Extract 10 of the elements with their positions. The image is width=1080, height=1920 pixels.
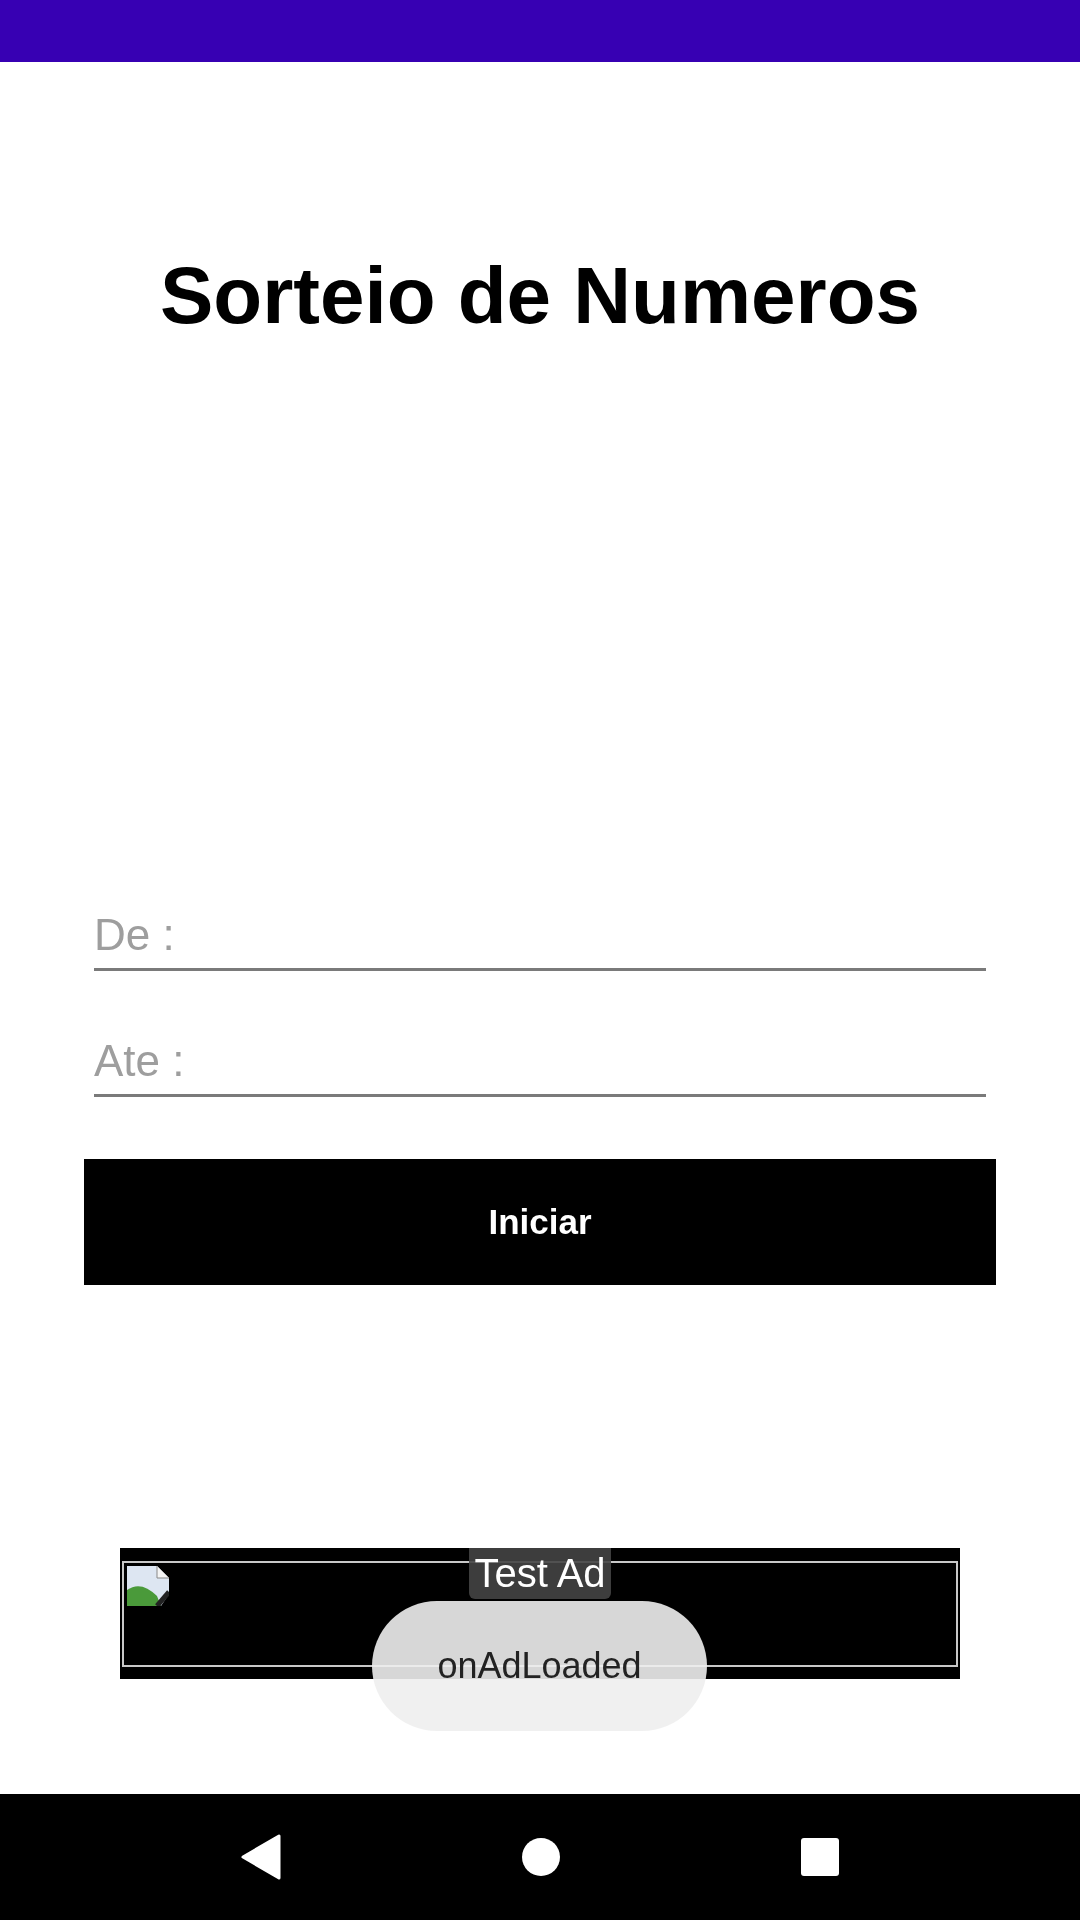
- start-button[interactable]: Iniciar: [84, 1159, 996, 1285]
- app-title: Sorteio de Numeros: [158, 250, 922, 342]
- ad-badge: Test Ad: [469, 1548, 611, 1599]
- home-icon[interactable]: [522, 1838, 560, 1876]
- toast-message: onAdLoaded: [372, 1601, 707, 1731]
- back-icon[interactable]: [240, 1834, 281, 1880]
- broken-image-icon: [127, 1566, 169, 1606]
- recent-apps-icon[interactable]: [801, 1838, 840, 1876]
- input-field[interactable]: Ate :: [94, 1027, 986, 1097]
- input-field[interactable]: De :: [94, 901, 986, 971]
